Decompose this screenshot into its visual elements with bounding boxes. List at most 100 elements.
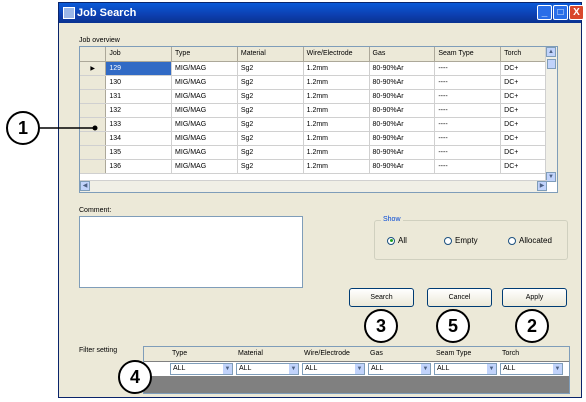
filter-type-select[interactable]: ALL ▼ <box>170 363 233 375</box>
table-cell[interactable]: MIG/MAG <box>171 131 238 146</box>
job-grid[interactable]: Job Type Material Wire/Electrode Gas Sea… <box>79 46 558 193</box>
title-bar[interactable]: Job Search _ □ X <box>59 3 584 23</box>
table-cell[interactable]: 80-90%Ar <box>369 61 436 76</box>
table-cell[interactable]: Sg2 <box>237 145 304 160</box>
row-header[interactable]: ▶ <box>80 61 107 76</box>
row-header[interactable] <box>80 117 107 132</box>
column-header[interactable]: Wire/Electrode <box>303 47 370 62</box>
table-cell[interactable]: 132 <box>105 103 173 118</box>
table-cell[interactable]: 1.2mm <box>303 75 370 90</box>
maximize-button[interactable]: □ <box>553 5 568 20</box>
table-cell[interactable]: 1.2mm <box>303 145 370 160</box>
table-cell[interactable]: MIG/MAG <box>171 145 238 160</box>
radio-allocated[interactable]: Allocated <box>508 236 552 245</box>
table-cell[interactable]: 80-90%Ar <box>369 75 436 90</box>
table-cell[interactable]: MIG/MAG <box>171 159 238 174</box>
table-cell[interactable]: ---- <box>434 61 502 76</box>
filter-material-select[interactable]: ALL ▼ <box>236 363 299 375</box>
chevron-down-icon[interactable]: ▼ <box>553 364 562 374</box>
scroll-down-icon[interactable]: ▼ <box>546 172 556 182</box>
filter-torch-select[interactable]: ALL ▼ <box>500 363 563 375</box>
table-cell[interactable]: 80-90%Ar <box>369 159 436 174</box>
table-row[interactable]: 131 MIG/MAG Sg2 1.2mm 80-90%Ar ---- DC+ <box>80 89 557 104</box>
chevron-down-icon[interactable]: ▼ <box>223 364 232 374</box>
column-header[interactable]: Material <box>237 47 304 62</box>
table-cell[interactable]: Sg2 <box>237 131 304 146</box>
table-cell[interactable]: 1.2mm <box>303 131 370 146</box>
table-row[interactable]: 135 MIG/MAG Sg2 1.2mm 80-90%Ar ---- DC+ <box>80 145 557 160</box>
table-row[interactable]: 133 MIG/MAG Sg2 1.2mm 80-90%Ar ---- DC+ <box>80 117 557 132</box>
table-cell[interactable]: MIG/MAG <box>171 117 238 132</box>
table-cell[interactable]: Sg2 <box>237 89 304 104</box>
table-cell[interactable]: 80-90%Ar <box>369 145 436 160</box>
table-cell[interactable]: 80-90%Ar <box>369 131 436 146</box>
filter-seam-type-select[interactable]: ALL ▼ <box>434 363 497 375</box>
table-cell[interactable]: ---- <box>434 89 502 104</box>
search-button[interactable]: Search <box>349 288 414 307</box>
table-cell[interactable]: 133 <box>105 117 173 132</box>
table-cell[interactable]: ---- <box>434 159 502 174</box>
table-row[interactable]: 134 MIG/MAG Sg2 1.2mm 80-90%Ar ---- DC+ <box>80 131 557 146</box>
chevron-down-icon[interactable]: ▼ <box>487 364 496 374</box>
table-cell[interactable]: 131 <box>105 89 173 104</box>
column-header[interactable]: Seam Type <box>434 47 502 62</box>
table-cell[interactable]: Sg2 <box>237 159 304 174</box>
apply-button[interactable]: Apply <box>502 288 567 307</box>
row-header[interactable] <box>80 131 107 146</box>
table-cell[interactable]: Sg2 <box>237 117 304 132</box>
table-cell[interactable]: 129 <box>105 61 173 76</box>
table-cell[interactable]: 136 <box>105 159 173 174</box>
scroll-left-icon[interactable]: ◀ <box>80 181 90 191</box>
filter-gas-select[interactable]: ALL ▼ <box>368 363 431 375</box>
table-cell[interactable]: 130 <box>105 75 173 90</box>
table-row[interactable]: 130 MIG/MAG Sg2 1.2mm 80-90%Ar ---- DC+ <box>80 75 557 90</box>
table-row[interactable]: 136 MIG/MAG Sg2 1.2mm 80-90%Ar ---- DC+ <box>80 159 557 174</box>
chevron-down-icon[interactable]: ▼ <box>289 364 298 374</box>
row-header[interactable] <box>80 145 107 160</box>
table-cell[interactable]: Sg2 <box>237 75 304 90</box>
minimize-button[interactable]: _ <box>537 5 552 20</box>
table-cell[interactable]: ---- <box>434 131 502 146</box>
table-cell[interactable]: 134 <box>105 131 173 146</box>
row-header[interactable] <box>80 159 107 174</box>
table-cell[interactable]: Sg2 <box>237 103 304 118</box>
table-cell[interactable]: 80-90%Ar <box>369 117 436 132</box>
table-cell[interactable]: 1.2mm <box>303 159 370 174</box>
column-header[interactable]: Job <box>105 47 173 62</box>
horizontal-scrollbar[interactable]: ◀ ▶ <box>80 180 547 192</box>
table-cell[interactable]: 80-90%Ar <box>369 89 436 104</box>
chevron-down-icon[interactable]: ▼ <box>355 364 364 374</box>
table-cell[interactable]: 80-90%Ar <box>369 103 436 118</box>
table-cell[interactable]: Sg2 <box>237 61 304 76</box>
table-cell[interactable]: ---- <box>434 117 502 132</box>
table-cell[interactable]: ---- <box>434 103 502 118</box>
table-cell[interactable]: ---- <box>434 145 502 160</box>
scroll-thumb[interactable] <box>547 59 556 69</box>
table-cell[interactable]: 1.2mm <box>303 61 370 76</box>
radio-empty[interactable]: Empty <box>444 236 478 245</box>
cancel-button[interactable]: Cancel <box>427 288 492 307</box>
row-header[interactable] <box>80 89 107 104</box>
table-row[interactable]: ▶ 129 MIG/MAG Sg2 1.2mm 80-90%Ar ---- DC+ <box>80 61 557 76</box>
table-cell[interactable]: MIG/MAG <box>171 103 238 118</box>
table-cell[interactable]: 1.2mm <box>303 117 370 132</box>
radio-all[interactable]: All <box>387 236 407 245</box>
row-header[interactable] <box>80 103 107 118</box>
row-header[interactable] <box>80 75 107 90</box>
table-cell[interactable]: MIG/MAG <box>171 61 238 76</box>
chevron-down-icon[interactable]: ▼ <box>421 364 430 374</box>
comment-textarea[interactable] <box>79 216 303 288</box>
table-cell[interactable]: MIG/MAG <box>171 89 238 104</box>
table-cell[interactable]: MIG/MAG <box>171 75 238 90</box>
scroll-right-icon[interactable]: ▶ <box>537 181 547 191</box>
column-header[interactable]: Gas <box>369 47 436 62</box>
filter-wire-select[interactable]: ALL ▼ <box>302 363 365 375</box>
vertical-scrollbar[interactable]: ▲ ▼ <box>545 47 557 182</box>
table-cell[interactable]: 135 <box>105 145 173 160</box>
table-cell[interactable]: 1.2mm <box>303 103 370 118</box>
table-row[interactable]: 132 MIG/MAG Sg2 1.2mm 80-90%Ar ---- DC+ <box>80 103 557 118</box>
table-cell[interactable]: 1.2mm <box>303 89 370 104</box>
table-cell[interactable]: ---- <box>434 75 502 90</box>
close-button[interactable]: X <box>569 5 584 20</box>
column-header[interactable]: Type <box>171 47 238 62</box>
